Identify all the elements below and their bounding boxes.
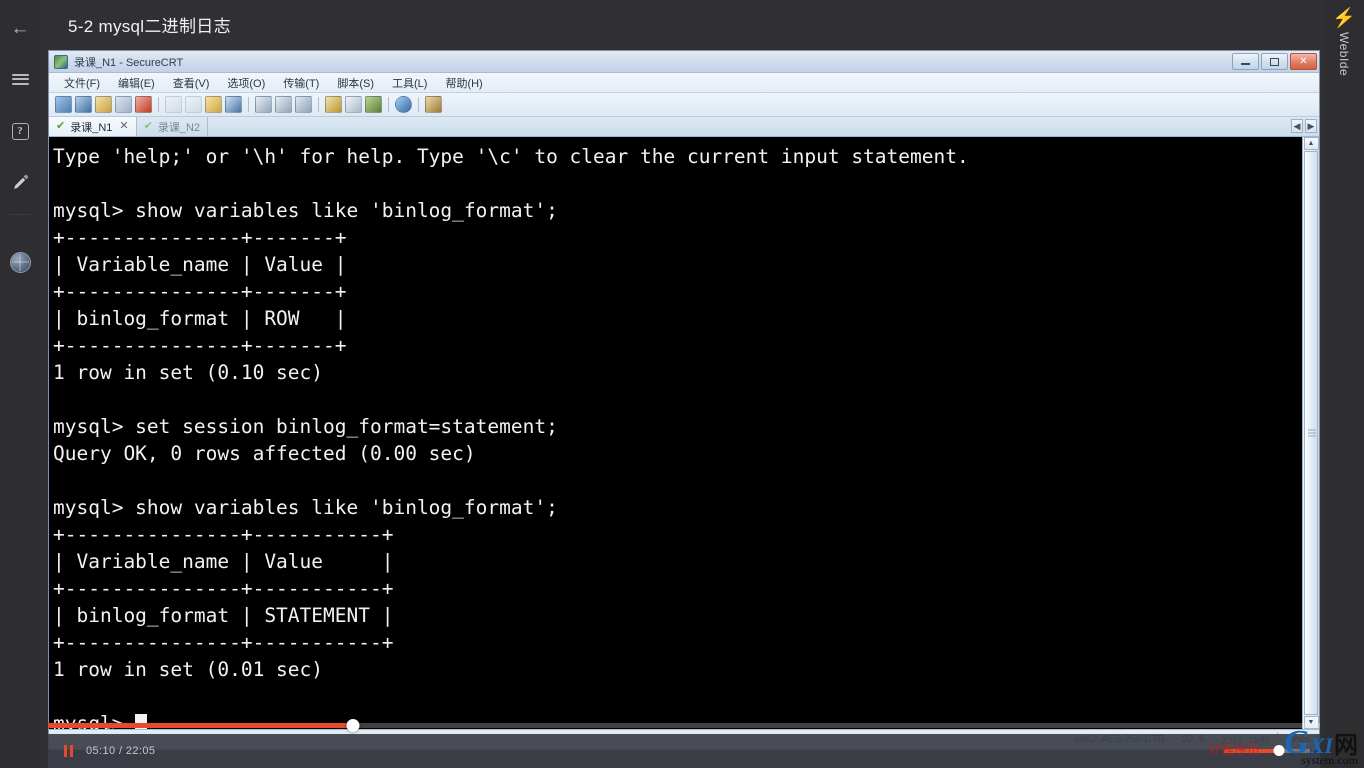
close-icon[interactable]: ✕ (119, 121, 128, 132)
window-icon[interactable] (425, 96, 442, 113)
menu-script[interactable]: 脚本(S) (328, 73, 383, 93)
globe-avatar-icon (9, 251, 31, 273)
tab-luke-n1[interactable]: ✔ 录课_N1 ✕ (49, 117, 137, 136)
menu-tools[interactable]: 工具(L) (383, 73, 436, 93)
account-avatar[interactable] (5, 247, 35, 277)
close-button[interactable]: ✕ (1290, 53, 1317, 70)
page-title: 5-2 mysql二进制日志 (68, 17, 231, 36)
tab-label: 录课_N2 (157, 121, 201, 134)
securecrt-window: 录课_N1 - SecureCRT ✕ 文件(F) 编辑(E) 查看(V) 选项… (48, 50, 1320, 750)
back-button[interactable]: ← (6, 14, 34, 42)
transfer-receive-icon[interactable] (255, 96, 272, 113)
clone-session-icon[interactable] (115, 96, 132, 113)
check-icon: ✔ (143, 120, 153, 132)
menu-transfer[interactable]: 传输(T) (274, 73, 328, 93)
toolbar-divider (318, 97, 319, 112)
tab-label: 录课_N1 (70, 121, 113, 134)
tab-scroll-left-icon[interactable]: ◀ (1291, 119, 1303, 133)
help-icon[interactable]: ? (5, 116, 35, 146)
terminal-body: Type 'help;' or '\h' for help. Type '\c'… (49, 137, 1319, 729)
tab-scroll-right-icon[interactable]: ▶ (1305, 119, 1317, 133)
video-progress-handle[interactable] (346, 719, 360, 732)
video-player-page: ← ? 5-2 mysql二进制日志 ⚡ WebIde 录课_N1 - Secu… (0, 0, 1364, 768)
pause-button[interactable] (58, 741, 78, 761)
video-control-bar: 05:10 / 22:05 (48, 734, 1320, 768)
watermark-subtitle: system.com (1301, 753, 1358, 767)
crt-title-bar: 录课_N1 - SecureCRT ✕ (49, 51, 1319, 73)
quick-connect-icon[interactable] (75, 96, 92, 113)
menu-options[interactable]: 选项(O) (218, 73, 274, 93)
minimize-button[interactable] (1232, 53, 1259, 70)
toolbar-divider (158, 97, 159, 112)
print-icon[interactable] (165, 96, 182, 113)
pencil-icon[interactable] (5, 168, 35, 198)
open-session-icon[interactable] (95, 96, 112, 113)
upload-icon[interactable] (295, 96, 312, 113)
scrollbar-grip (1308, 428, 1316, 439)
pause-icon (63, 745, 73, 757)
pencil-glyph (14, 175, 28, 189)
toolbar-divider (248, 97, 249, 112)
crt-toolbar (49, 93, 1319, 117)
check-icon: ✔ (56, 120, 66, 132)
menu-edit[interactable]: 编辑(E) (109, 73, 164, 93)
transfer-send-icon[interactable] (275, 96, 292, 113)
log-session-icon[interactable] (325, 96, 342, 113)
maximize-button[interactable] (1261, 53, 1288, 70)
find-icon[interactable] (225, 96, 242, 113)
volume-handle[interactable] (1273, 745, 1285, 756)
menu-icon[interactable] (5, 64, 35, 94)
settings-icon[interactable] (345, 96, 362, 113)
paste-icon[interactable] (205, 96, 222, 113)
video-progress-track[interactable] (48, 719, 1320, 732)
disconnect-icon[interactable] (135, 96, 152, 113)
question-mark-icon: ? (11, 122, 29, 140)
help-icon[interactable] (395, 96, 412, 113)
tab-luke-n2[interactable]: ✔ 录课_N2 (137, 117, 209, 136)
hamburger-icon (11, 71, 29, 87)
video-time-display: 05:10 / 22:05 (86, 745, 156, 757)
crt-window-title: 录课_N1 - SecureCRT (74, 56, 184, 69)
menu-view[interactable]: 查看(V) (164, 73, 219, 93)
copy-icon[interactable] (185, 96, 202, 113)
scrollbar-thumb[interactable] (1304, 151, 1318, 715)
key-icon[interactable] (365, 96, 382, 113)
crt-tab-bar: ✔ 录课_N1 ✕ ✔ 录课_N2 ◀ ▶ (49, 117, 1319, 137)
lightning-bolt-icon[interactable]: ⚡ (1332, 9, 1356, 28)
window-controls: ✕ (1232, 53, 1317, 70)
left-sidebar: ← ? (0, 0, 40, 768)
right-sidebar: ⚡ WebIde (1324, 0, 1364, 768)
terminal-scrollbar[interactable]: ▲ ▼ (1302, 137, 1319, 729)
minimize-icon (1241, 63, 1250, 65)
webide-label[interactable]: WebIde (1337, 32, 1351, 76)
watermark-red-text: 好程序员 (1207, 742, 1260, 757)
connect-icon[interactable] (55, 96, 72, 113)
securecrt-app-icon (54, 54, 68, 69)
video-progress-fill (48, 723, 354, 728)
terminal-output[interactable]: Type 'help;' or '\h' for help. Type '\c'… (49, 137, 1302, 729)
menu-file[interactable]: 文件(F) (55, 73, 109, 93)
toolbar-divider (418, 97, 419, 112)
crt-menu-bar: 文件(F) 编辑(E) 查看(V) 选项(O) 传输(T) 脚本(S) 工具(L… (49, 73, 1319, 93)
rail-divider (9, 214, 31, 215)
menu-help[interactable]: 帮助(H) (436, 73, 491, 93)
scroll-up-icon[interactable]: ▲ (1303, 137, 1319, 150)
maximize-icon (1270, 57, 1279, 66)
toolbar-divider (388, 97, 389, 112)
tab-nav-arrows: ◀ ▶ (1291, 119, 1317, 133)
